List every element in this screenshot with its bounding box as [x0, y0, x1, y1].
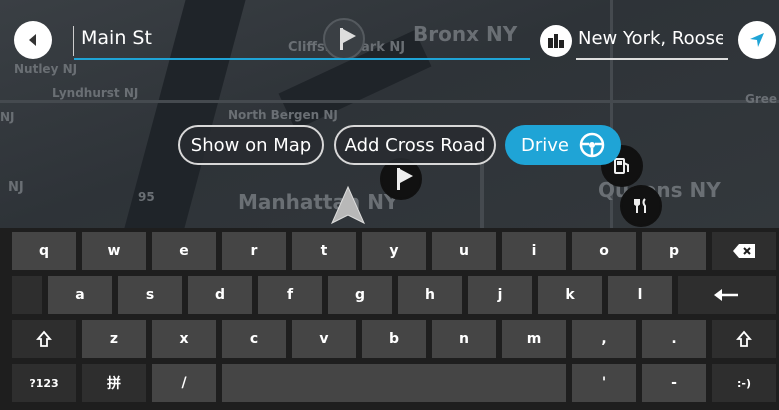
key[interactable]: k — [538, 276, 602, 314]
add-cross-road-label: Add Cross Road — [344, 134, 486, 156]
emoji-key[interactable]: :-) — [712, 364, 776, 402]
key[interactable]: j — [468, 276, 532, 314]
restaurant-icon[interactable] — [620, 185, 662, 227]
space-key[interactable] — [222, 364, 566, 402]
symbols-key[interactable]: ?123 — [12, 364, 76, 402]
search-area-underline — [576, 58, 728, 60]
apostrophe-key[interactable]: ' — [572, 364, 636, 402]
search-input[interactable]: Main St — [81, 27, 152, 49]
key[interactable]: y — [362, 232, 426, 270]
onscreen-keyboard: q w e r t y u i o p a s d f g h j k l z … — [0, 228, 779, 410]
spacer-key — [12, 276, 42, 314]
key[interactable]: e — [152, 232, 216, 270]
map-label: Bronx NY — [413, 22, 518, 46]
key[interactable]: u — [432, 232, 496, 270]
map-label: North Bergen NJ — [228, 108, 338, 122]
key[interactable]: o — [572, 232, 636, 270]
key[interactable]: f — [258, 276, 322, 314]
destination-flag-icon[interactable] — [323, 18, 365, 60]
key[interactable]: n — [432, 320, 496, 358]
key[interactable]: c — [222, 320, 286, 358]
backspace-key[interactable] — [712, 232, 776, 270]
key[interactable]: s — [118, 276, 182, 314]
map-label: NJ — [0, 110, 15, 124]
key[interactable]: m — [502, 320, 566, 358]
navigation-arrow-icon — [750, 33, 764, 47]
map-label: 95 — [138, 190, 155, 204]
key[interactable]: r — [222, 232, 286, 270]
key[interactable]: q — [12, 232, 76, 270]
key[interactable]: h — [398, 276, 462, 314]
dash-key[interactable]: - — [642, 364, 706, 402]
drive-button[interactable]: Drive — [505, 125, 621, 165]
shift-key[interactable] — [12, 320, 76, 358]
key[interactable]: x — [152, 320, 216, 358]
current-location-arrow-icon — [330, 185, 366, 225]
show-on-map-label: Show on Map — [190, 134, 312, 156]
text-cursor — [73, 26, 74, 56]
show-on-map-button[interactable]: Show on Map — [178, 125, 324, 165]
back-arrow-icon — [29, 34, 36, 46]
key[interactable]: . — [642, 320, 706, 358]
key[interactable]: d — [188, 276, 252, 314]
road — [0, 100, 779, 103]
add-cross-road-button[interactable]: Add Cross Road — [334, 125, 496, 165]
map-label: Gree — [745, 92, 778, 106]
key[interactable]: v — [292, 320, 356, 358]
slash-key[interactable]: / — [152, 364, 216, 402]
key[interactable]: , — [572, 320, 636, 358]
search-input-underline — [74, 58, 530, 60]
key[interactable]: b — [362, 320, 426, 358]
navigate-button[interactable] — [738, 21, 776, 59]
key[interactable]: i — [502, 232, 566, 270]
key[interactable]: a — [48, 276, 112, 314]
chinese-input-key[interactable]: 拼 — [82, 364, 146, 402]
shift-key[interactable] — [712, 320, 776, 358]
shift-icon — [36, 330, 52, 347]
key[interactable]: l — [608, 276, 672, 314]
search-area-button[interactable] — [540, 25, 572, 57]
map-label: Lyndhurst NJ — [52, 86, 139, 100]
key[interactable]: z — [82, 320, 146, 358]
map-label: Nutley NJ — [14, 62, 78, 76]
backspace-icon — [733, 244, 755, 258]
map-label: Manhattan NY — [238, 190, 399, 214]
map-label: NJ — [8, 180, 24, 195]
search-area-input[interactable]: New York, Roose — [578, 28, 723, 49]
back-button[interactable] — [14, 21, 52, 59]
city-icon — [548, 34, 564, 48]
drive-label: Drive — [521, 134, 569, 156]
key[interactable]: w — [82, 232, 146, 270]
enter-key[interactable] — [678, 276, 776, 314]
enter-icon — [714, 289, 738, 301]
steering-wheel-icon — [579, 132, 605, 158]
shift-icon — [736, 330, 752, 347]
key[interactable]: g — [328, 276, 392, 314]
key[interactable]: p — [642, 232, 706, 270]
key[interactable]: t — [292, 232, 356, 270]
